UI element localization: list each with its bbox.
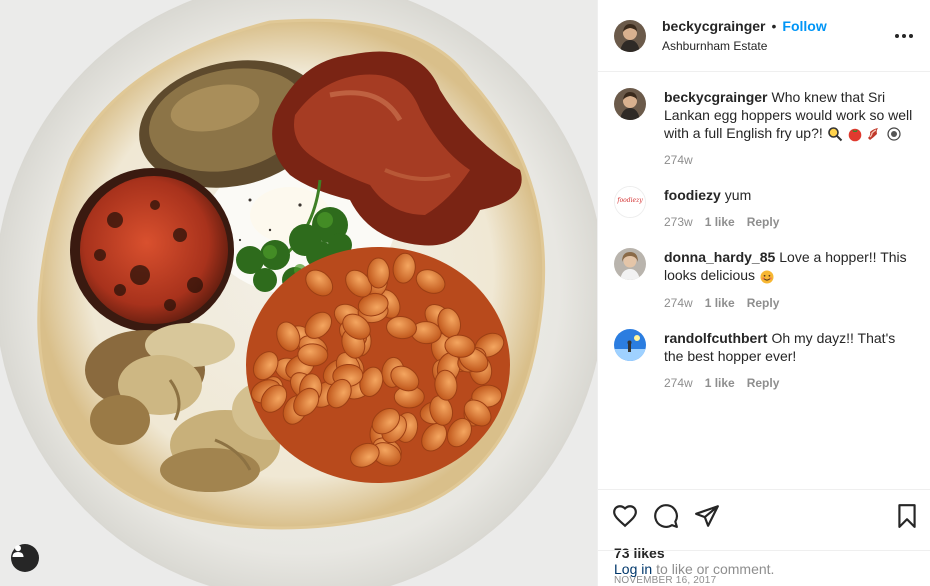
post-side-panel: beckycgrainger • Follow Ashburnham Estat… xyxy=(597,0,930,586)
comment-username[interactable]: randolfcuthbert xyxy=(664,330,767,346)
comment-item: donna_hardy_85 Love a hopper!! This looks… xyxy=(614,248,914,311)
comment-item: foodiezy foodiezy yum 273w 1 like Reply xyxy=(614,186,914,231)
separator-dot: • xyxy=(771,17,777,34)
donna-avatar-image xyxy=(614,248,646,281)
plate-icon xyxy=(886,126,902,142)
caption-username[interactable]: beckycgrainger xyxy=(664,89,768,105)
login-text: to like or comment. xyxy=(656,560,775,577)
caption-body: beckycgrainger Who knew that Sri Lankan e… xyxy=(664,88,914,169)
comments-list: beckycgrainger Who knew that Sri Lankan e… xyxy=(598,72,930,489)
more-dot xyxy=(909,34,913,38)
author-avatar-image xyxy=(614,88,646,120)
comment-body: donna_hardy_85 Love a hopper!! This looks… xyxy=(664,248,914,311)
caption-author-avatar[interactable] xyxy=(614,88,646,120)
action-bar xyxy=(598,489,930,541)
post-header: beckycgrainger • Follow Ashburnham Estat… xyxy=(598,0,930,72)
comment-meta: 274w 1 like Reply xyxy=(664,374,914,392)
comment-meta: 273w 1 like Reply xyxy=(664,213,914,231)
reply-button[interactable]: Reply xyxy=(747,374,780,392)
comment-item: randolfcuthbert Oh my dayz!! That's the b… xyxy=(614,328,914,392)
more-options-icon[interactable] xyxy=(892,26,916,46)
comment-body: randolfcuthbert Oh my dayz!! That's the b… xyxy=(664,329,914,392)
author-username[interactable]: beckycgrainger xyxy=(662,17,766,36)
author-avatar-image xyxy=(614,19,646,52)
more-dot xyxy=(895,34,899,38)
comment-time[interactable]: 274w xyxy=(664,374,693,392)
baked-bean xyxy=(366,257,390,289)
comment-time[interactable]: 273w xyxy=(664,213,693,231)
comment-time[interactable]: 274w xyxy=(664,294,693,312)
comment-username[interactable]: foodiezy xyxy=(664,187,721,203)
login-prompt: Log in to like or comment. xyxy=(598,550,930,586)
magnifier-egg-icon xyxy=(827,126,843,142)
comment-body: foodiezy yum 273w 1 like Reply xyxy=(664,186,914,231)
more-dot xyxy=(902,34,906,38)
commenter-avatar[interactable] xyxy=(614,248,646,281)
comment-username[interactable]: donna_hardy_85 xyxy=(664,249,775,265)
smiling-face-icon xyxy=(759,269,775,285)
caption-item: beckycgrainger Who knew that Sri Lankan e… xyxy=(614,88,914,169)
post-photo[interactable] xyxy=(0,0,597,586)
comment-text: yum xyxy=(724,187,752,204)
bacon-icon xyxy=(866,126,882,142)
author-avatar[interactable] xyxy=(614,19,646,52)
commenter-avatar[interactable] xyxy=(614,328,646,361)
share-icon[interactable] xyxy=(694,503,720,529)
tagged-user-icon[interactable] xyxy=(11,544,39,572)
heart-icon[interactable] xyxy=(612,503,638,529)
breakfast-photo-image xyxy=(0,0,597,586)
randolf-avatar-image xyxy=(614,328,646,361)
comment-likes[interactable]: 1 like xyxy=(705,374,735,392)
login-link[interactable]: Log in xyxy=(614,561,652,577)
comment-likes[interactable]: 1 like xyxy=(705,294,735,312)
caption-meta: 274w xyxy=(664,151,914,169)
follow-button[interactable]: Follow xyxy=(782,17,826,36)
header-text: beckycgrainger • Follow Ashburnham Estat… xyxy=(662,17,827,54)
instagram-post: beckycgrainger • Follow Ashburnham Estat… xyxy=(0,0,930,586)
foodiezy-avatar-logo-text: foodiezy xyxy=(617,197,643,205)
post-location[interactable]: Ashburnham Estate xyxy=(662,38,827,54)
comment-likes[interactable]: 1 like xyxy=(705,213,735,231)
commenter-avatar[interactable]: foodiezy xyxy=(614,186,646,219)
tomato-icon xyxy=(847,126,863,142)
comment-icon[interactable] xyxy=(653,503,679,529)
reply-button[interactable]: Reply xyxy=(747,294,780,312)
caption-time[interactable]: 274w xyxy=(664,151,693,169)
save-icon[interactable] xyxy=(894,503,920,529)
user-silhouette-icon xyxy=(12,545,24,557)
reply-button[interactable]: Reply xyxy=(747,213,780,231)
header-top-row: beckycgrainger • Follow xyxy=(662,17,827,36)
comment-meta: 274w 1 like Reply xyxy=(664,294,914,312)
